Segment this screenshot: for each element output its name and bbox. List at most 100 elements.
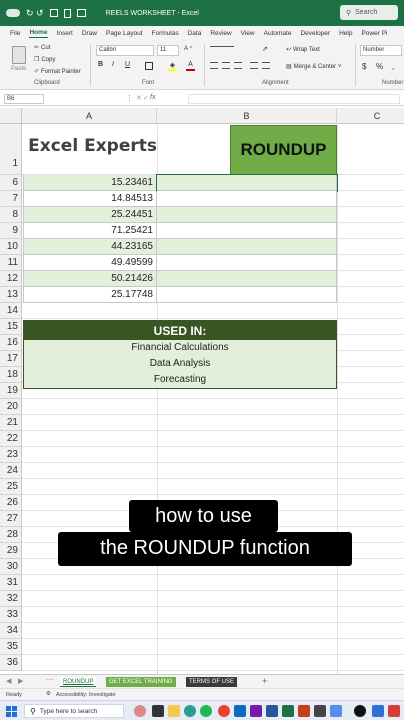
taskbar-search[interactable]: ⚲ Type here to search (24, 704, 124, 718)
cancel-icon[interactable]: ✕ (136, 94, 142, 102)
grow-font-icon[interactable]: A ^ (184, 46, 192, 52)
excel-icon[interactable] (282, 705, 294, 717)
indent-icon[interactable] (250, 62, 258, 69)
undo-redo-icon[interactable]: ↻ ↺ (26, 8, 44, 19)
row-header[interactable]: 33 (0, 607, 22, 623)
new-file-icon[interactable] (63, 8, 71, 18)
result-cell[interactable] (157, 287, 337, 303)
align-center-icon[interactable] (222, 62, 230, 69)
row-header[interactable]: 12 (0, 271, 22, 287)
tab-roundup[interactable]: ROUNDUP (60, 677, 97, 687)
row-header[interactable]: 18 (0, 367, 22, 383)
formula-input[interactable] (188, 94, 400, 104)
word-icon[interactable] (266, 705, 278, 717)
edge-icon[interactable] (184, 705, 196, 717)
row-header[interactable]: 32 (0, 591, 22, 607)
autosave-toggle[interactable] (6, 9, 20, 17)
result-cell[interactable] (157, 271, 337, 287)
menu-tab-formulas[interactable]: Formulas (152, 30, 179, 37)
row-header[interactable]: 21 (0, 415, 22, 431)
menu-tab-review[interactable]: Review (210, 30, 231, 37)
name-box[interactable]: B6 (4, 94, 44, 104)
roundup-header-cell[interactable]: ROUNDUP (230, 125, 337, 175)
next-sheet-icon[interactable]: ▶ (18, 677, 23, 685)
app-icon[interactable] (372, 705, 384, 717)
format-painter-button[interactable]: ✐ Format Painter (34, 68, 81, 76)
column-header-c[interactable]: C (337, 108, 404, 124)
result-cell[interactable] (156, 174, 338, 192)
used-in-title-cell[interactable]: USED IN: (24, 321, 336, 340)
menu-tab-draw[interactable]: Draw (82, 30, 97, 37)
file-explorer-icon[interactable] (168, 705, 180, 717)
align-right-icon[interactable] (234, 62, 242, 69)
result-cell[interactable] (157, 255, 337, 271)
onenote-icon[interactable] (250, 705, 262, 717)
formula-options-icon[interactable]: ⋮ (126, 94, 133, 102)
comma-button[interactable]: , (392, 62, 394, 71)
value-cell[interactable]: 71.25421 (23, 223, 157, 239)
used-in-item[interactable]: Data Analysis (24, 358, 336, 370)
menu-tab-developer[interactable]: Developer (300, 30, 330, 37)
used-in-item[interactable]: Forecasting (24, 374, 336, 386)
merge-center-button[interactable]: ▤ Merge & Center ˅ (286, 63, 342, 71)
menu-tab-help[interactable]: Help (339, 30, 352, 37)
currency-button[interactable]: $ (362, 62, 366, 71)
row-header[interactable]: 8 (0, 207, 22, 223)
result-cell[interactable] (157, 207, 337, 223)
menu-tab-view[interactable]: View (241, 30, 255, 37)
tab-terms-of-use[interactable]: TERMS OF USE (186, 677, 238, 687)
row-header[interactable]: 25 (0, 479, 22, 495)
borders-icon[interactable] (145, 62, 153, 70)
orientation-icon[interactable]: ⇗ (262, 45, 268, 53)
outlook-icon[interactable] (234, 705, 246, 717)
select-all-corner[interactable] (0, 108, 22, 124)
row-header[interactable]: 15 (0, 319, 22, 335)
row-header[interactable]: 11 (0, 255, 22, 271)
menu-tab-power-pi[interactable]: Power Pi (361, 30, 387, 37)
spotify-icon[interactable] (200, 705, 212, 717)
wrap-text-button[interactable]: ↩ Wrap Text (286, 46, 320, 54)
enter-icon[interactable]: ✓ (143, 94, 149, 102)
row-header[interactable]: 20 (0, 399, 22, 415)
align-top-icon[interactable] (210, 46, 234, 53)
font-color-icon[interactable]: A (186, 61, 195, 71)
row-header[interactable]: 22 (0, 431, 22, 447)
value-cell[interactable]: 44.23165 (23, 239, 157, 255)
prev-sheet-icon[interactable]: ◀ (6, 677, 11, 685)
result-cell[interactable] (157, 223, 337, 239)
tab-more-icon[interactable]: ⋯ (46, 676, 53, 684)
cut-button[interactable]: ✂ Cut (34, 44, 50, 52)
underline-button[interactable]: U (125, 61, 130, 68)
row-header[interactable]: 30 (0, 559, 22, 575)
row-header[interactable]: 13 (0, 287, 22, 303)
tiktok-icon[interactable] (354, 705, 366, 717)
powerpoint-icon[interactable] (298, 705, 310, 717)
paste-button[interactable]: Paste (11, 66, 26, 72)
copilot-icon[interactable] (134, 705, 146, 717)
paste-icon[interactable] (12, 46, 26, 64)
camera-icon[interactable] (314, 705, 326, 717)
copy-button[interactable]: ❐ Copy (34, 56, 55, 64)
row-header[interactable]: 6 (0, 175, 22, 191)
menu-tab-automate[interactable]: Automate (264, 30, 292, 37)
row-header[interactable]: 1 (0, 124, 22, 175)
row-header[interactable]: 26 (0, 495, 22, 511)
value-cell[interactable]: 25.17748 (23, 287, 157, 303)
search-box[interactable]: ⚲ Search (340, 5, 398, 20)
menu-tab-data[interactable]: Data (188, 30, 202, 37)
row-header[interactable]: 14 (0, 303, 22, 319)
column-header-b[interactable]: B (157, 108, 337, 124)
insert-function-button[interactable]: fx (150, 94, 155, 101)
open-file-icon[interactable] (76, 9, 86, 17)
row-header[interactable]: 9 (0, 223, 22, 239)
value-cell[interactable]: 14.84513 (23, 191, 157, 207)
tab-get-excel-training[interactable]: GET EXCEL TRAINING (106, 677, 176, 687)
photos-icon[interactable] (330, 705, 342, 717)
percent-button[interactable]: % (376, 62, 383, 71)
menu-tab-page-layout[interactable]: Page Layout (106, 30, 143, 37)
fill-color-icon[interactable]: ◈ (168, 62, 177, 71)
number-format-select[interactable]: Number (360, 45, 402, 56)
app-icon[interactable] (388, 705, 400, 717)
column-header-a[interactable]: A (22, 108, 157, 124)
row-header[interactable]: 36 (0, 655, 22, 671)
